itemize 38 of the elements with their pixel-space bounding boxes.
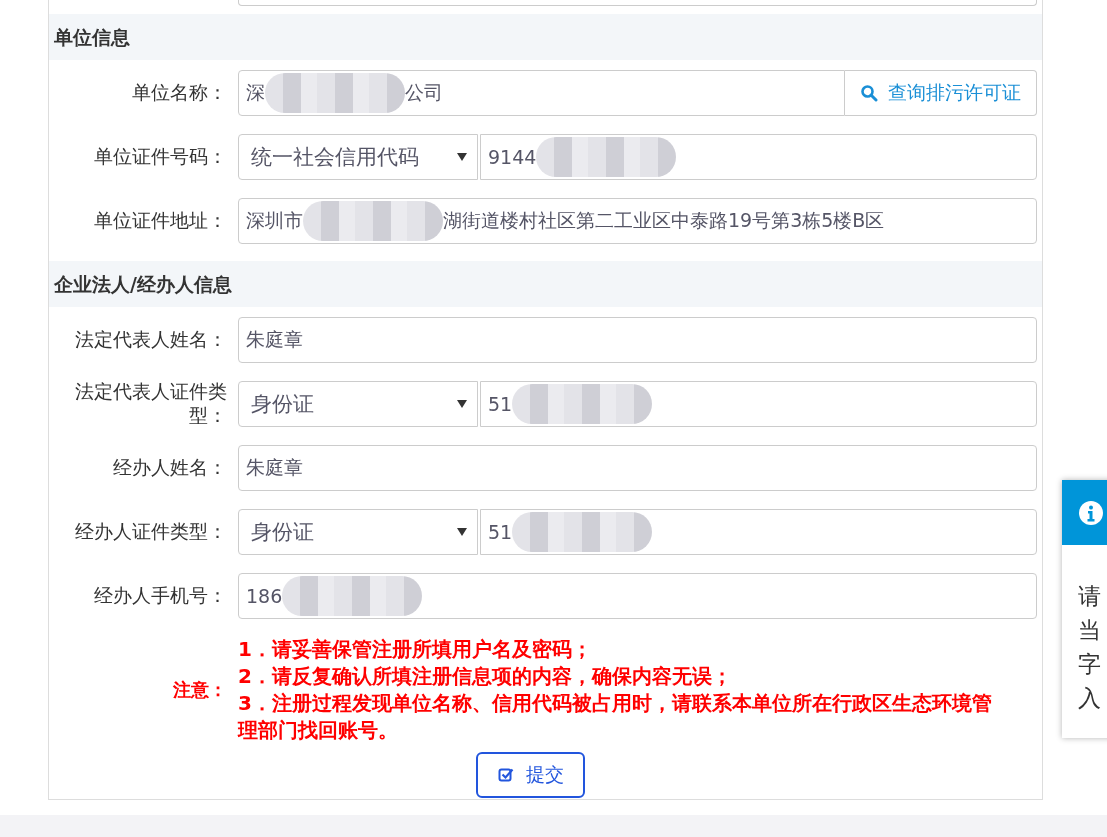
field-label: 经办人手机号： bbox=[93, 584, 227, 608]
popup-text: 当 bbox=[1078, 616, 1101, 645]
popup-text: 字 bbox=[1078, 650, 1101, 679]
input-field[interactable]: 朱庭章 bbox=[238, 317, 1037, 363]
input-field[interactable]: 51 bbox=[480, 381, 1037, 427]
popup-text: 入 bbox=[1078, 684, 1101, 713]
input-field[interactable] bbox=[238, 0, 1037, 6]
info-icon bbox=[1078, 499, 1104, 526]
search-icon bbox=[860, 84, 878, 102]
notice-text: 1．请妥善保管注册所填用户名及密码； bbox=[238, 636, 593, 663]
field-label: 法定代表人姓名： bbox=[74, 328, 227, 352]
dropdown[interactable]: 统一社会信用代码 bbox=[238, 134, 478, 180]
field-label: 单位证件地址： bbox=[93, 209, 227, 233]
field-label: 法定代表人证件类型： bbox=[74, 380, 227, 428]
notice-label: 注意： bbox=[172, 678, 227, 702]
dropdown[interactable]: 身份证 bbox=[238, 509, 478, 555]
field-label: 经办人姓名： bbox=[112, 456, 227, 480]
submit-button[interactable]: 提交 bbox=[476, 752, 585, 798]
input-field[interactable]: 朱庭章 bbox=[238, 445, 1037, 491]
caret-icon bbox=[457, 153, 467, 161]
input-field[interactable]: 深 公司 bbox=[238, 70, 845, 116]
caret-icon bbox=[457, 400, 467, 408]
field-label: 经办人证件类型： bbox=[74, 520, 227, 544]
dropdown[interactable]: 身份证 bbox=[238, 381, 478, 427]
section-header: 企业法人/经办人信息 bbox=[49, 261, 1042, 307]
input-field[interactable]: 51 bbox=[480, 509, 1037, 555]
input-field[interactable]: 186 bbox=[238, 573, 1037, 619]
popup-text: 请 bbox=[1078, 582, 1101, 611]
input-field[interactable]: 深圳市 湖街道楼村社区第二工业区中泰路19号第3栋5楼B区 bbox=[238, 198, 1037, 244]
field-label: 单位证件号码： bbox=[93, 145, 227, 169]
field-label: 单位名称： bbox=[131, 81, 227, 105]
input-field[interactable]: 9144 bbox=[480, 134, 1037, 180]
query-button[interactable]: 查询排污许可证 bbox=[845, 70, 1037, 116]
caret-icon bbox=[457, 528, 467, 536]
notice-text: 2．请反复确认所填注册信息项的内容，确保内容无误； bbox=[238, 663, 733, 690]
section-header: 单位信息 bbox=[49, 14, 1042, 60]
checkbox-icon bbox=[497, 767, 514, 783]
notice-text: 3．注册过程发现单位名称、信用代码被占用时，请联系本单位所在行政区生态环境管理部门找回账号。 bbox=[238, 690, 993, 744]
